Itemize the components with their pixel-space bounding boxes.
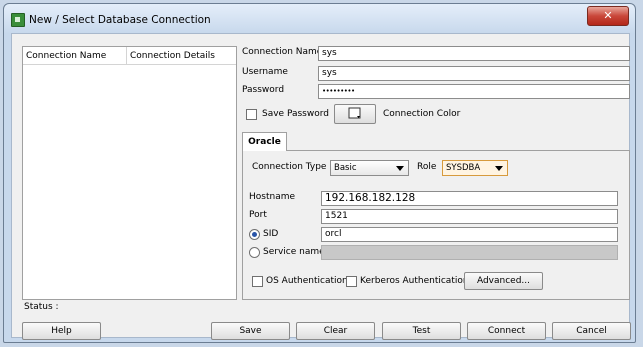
connect-button[interactable]: Connect bbox=[467, 322, 546, 340]
status-label: Status : bbox=[24, 302, 59, 312]
connection-list[interactable]: Connection Name Connection Details bbox=[22, 46, 237, 300]
connection-color-label: Connection Color bbox=[383, 109, 461, 119]
save-password-checkbox[interactable] bbox=[246, 109, 257, 120]
chevron-down-icon bbox=[396, 166, 404, 171]
connection-name-label: Connection Name bbox=[242, 47, 323, 57]
dialog-body: Connection Name Connection Details Conne… bbox=[11, 33, 631, 340]
connection-name-input[interactable]: sys bbox=[318, 46, 630, 61]
save-password-row: Save Password Connection Color bbox=[246, 104, 466, 126]
service-name-radio[interactable] bbox=[249, 247, 260, 258]
kerberos-label[interactable]: Kerberos Authentication bbox=[360, 276, 469, 286]
role-value: SYSDBA bbox=[446, 163, 481, 173]
sid-label[interactable]: SID bbox=[263, 229, 278, 239]
connection-type-label: Connection Type bbox=[252, 162, 327, 172]
chevron-down-icon bbox=[495, 166, 503, 171]
role-select[interactable]: SYSDBA bbox=[442, 160, 508, 176]
cancel-button[interactable]: Cancel bbox=[552, 322, 631, 340]
password-input[interactable]: ••••••••• bbox=[318, 84, 630, 99]
window-title: New / Select Database Connection bbox=[29, 14, 211, 26]
os-authentication-checkbox[interactable] bbox=[252, 276, 263, 287]
test-button[interactable]: Test bbox=[382, 322, 461, 340]
hostname-input[interactable]: 192.168.182.128 bbox=[321, 191, 618, 206]
advanced-button[interactable]: Advanced... bbox=[464, 272, 543, 290]
connection-type-value: Basic bbox=[334, 163, 357, 173]
sid-radio[interactable] bbox=[249, 229, 260, 240]
color-swatch-icon bbox=[348, 107, 361, 119]
close-button[interactable]: ✕ bbox=[587, 6, 629, 26]
hostname-label: Hostname bbox=[249, 192, 296, 202]
column-separator bbox=[126, 47, 127, 64]
tab-oracle[interactable]: Oracle bbox=[242, 132, 287, 151]
dialog-window: New / Select Database Connection ✕ Conne… bbox=[3, 3, 636, 343]
oracle-panel: Connection Type Basic Role SYSDBA Hostna… bbox=[242, 150, 630, 300]
kerberos-checkbox[interactable] bbox=[346, 276, 357, 287]
column-connection-details[interactable]: Connection Details bbox=[130, 51, 215, 61]
title-bar[interactable]: New / Select Database Connection ✕ bbox=[4, 4, 635, 34]
service-name-label[interactable]: Service name bbox=[263, 247, 325, 257]
port-input[interactable]: 1521 bbox=[321, 209, 618, 224]
username-label: Username bbox=[242, 67, 288, 77]
connection-list-header: Connection Name Connection Details bbox=[23, 47, 236, 65]
connection-type-select[interactable]: Basic bbox=[330, 160, 409, 176]
save-password-label[interactable]: Save Password bbox=[262, 109, 329, 119]
password-label: Password bbox=[242, 85, 285, 95]
database-icon bbox=[11, 13, 25, 27]
service-name-input bbox=[321, 245, 618, 260]
sid-input[interactable]: orcl bbox=[321, 227, 618, 242]
os-authentication-label[interactable]: OS Authentication bbox=[266, 276, 348, 286]
port-label: Port bbox=[249, 210, 267, 220]
save-button[interactable]: Save bbox=[211, 322, 290, 340]
help-button[interactable]: Help bbox=[22, 322, 101, 340]
clear-button[interactable]: Clear bbox=[296, 322, 375, 340]
column-connection-name[interactable]: Connection Name bbox=[26, 51, 106, 61]
connection-color-button[interactable] bbox=[334, 104, 376, 124]
role-label: Role bbox=[417, 162, 437, 172]
username-input[interactable]: sys bbox=[318, 66, 630, 81]
